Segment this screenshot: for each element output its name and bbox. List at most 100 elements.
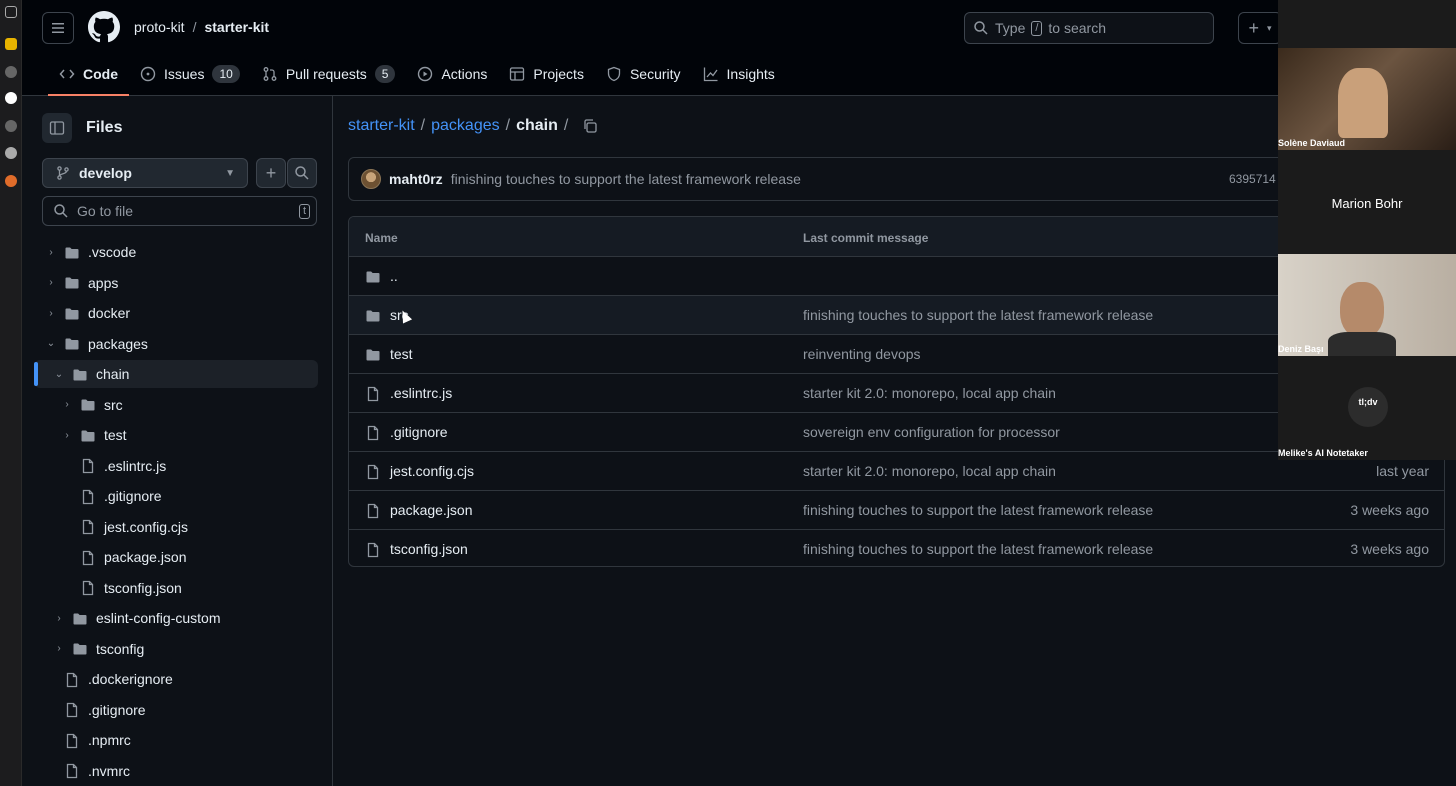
add-file-button[interactable]: + <box>256 158 286 188</box>
commit-message-link[interactable]: finishing touches to support the latest … <box>803 541 1153 557</box>
pull-request-icon <box>263 67 277 81</box>
chevron-right-icon[interactable]: › <box>54 613 64 624</box>
chevron-right-icon[interactable]: › <box>46 277 56 288</box>
chevron-right-icon[interactable]: › <box>62 399 72 410</box>
file-name-link[interactable]: .gitignore <box>390 424 448 440</box>
commit-message-link[interactable]: finishing touches to support the latest … <box>803 307 1153 323</box>
search-icon <box>295 166 309 180</box>
folder-icon <box>64 304 80 321</box>
tree-file-item[interactable]: .gitignore <box>80 481 162 511</box>
menu-button[interactable] <box>42 12 74 44</box>
file-icon <box>365 502 381 519</box>
pull-requests-count-badge: 5 <box>374 65 396 83</box>
chevron-right-icon[interactable]: › <box>62 430 72 441</box>
table-row[interactable]: package.json finishing touches to support… <box>349 491 1444 530</box>
breadcrumb-repo-link[interactable]: starter-kit <box>348 117 415 135</box>
tree-folder-item[interactable]: ⌄ chain <box>54 359 130 389</box>
tab-pull-requests[interactable]: Pull requests 5 <box>251 58 407 90</box>
avatar[interactable] <box>361 169 381 189</box>
table-row[interactable]: tsconfig.json finishing touches to suppor… <box>349 530 1444 566</box>
branch-select-button[interactable]: develop ▼ <box>42 158 248 188</box>
files-header: Files <box>42 113 122 143</box>
tree-folder-item[interactable]: › eslint-config-custom <box>54 603 220 633</box>
commit-message-link[interactable]: finishing touches to support the latest … <box>803 502 1153 518</box>
github-tab-icon[interactable] <box>5 147 17 159</box>
chevron-down-icon: ▼ <box>225 167 235 179</box>
breadcrumb-packages-link[interactable]: packages <box>431 117 500 135</box>
tree-folder-item[interactable]: › docker <box>46 298 130 328</box>
tab-actions[interactable]: Actions <box>406 58 498 90</box>
tree-file-item[interactable]: package.json <box>80 542 187 572</box>
tab-projects[interactable]: Projects <box>498 58 595 90</box>
file-name-link[interactable]: test <box>390 346 413 362</box>
participant-tile[interactable]: tl;dv Melike's AI Notetaker <box>1278 358 1456 460</box>
commit-message-link[interactable]: starter kit 2.0: monorepo, local app cha… <box>803 463 1056 479</box>
repo-name-link[interactable]: starter-kit <box>204 19 269 35</box>
file-name-link[interactable]: tsconfig.json <box>390 541 468 557</box>
participant-tile[interactable]: Solène Daviaud <box>1278 48 1456 150</box>
file-name-link[interactable]: .eslintrc.js <box>390 385 452 401</box>
tree-folder-item[interactable]: › src <box>62 390 122 420</box>
commit-message-link[interactable]: finishing touches to support the latest … <box>451 171 801 187</box>
github-tab-icon[interactable] <box>5 92 17 104</box>
globe-icon[interactable] <box>5 120 17 132</box>
go-to-file-input[interactable]: Go to file t <box>42 196 317 226</box>
column-header-last-commit: Last commit message <box>803 231 929 245</box>
commit-author-link[interactable]: maht0rz <box>389 171 443 187</box>
commit-hash-link[interactable]: 6395714 <box>1229 172 1276 186</box>
tree-file-item[interactable]: .dockerignore <box>64 664 173 694</box>
file-name-link[interactable]: .. <box>390 268 398 284</box>
notes-app-icon[interactable] <box>5 38 17 50</box>
chevron-right-icon[interactable]: › <box>54 643 64 654</box>
sidebar-toggle-icon[interactable] <box>5 6 17 18</box>
participant-tile[interactable]: Deniz Başı <box>1278 254 1456 356</box>
chevron-down-icon[interactable]: ⌄ <box>54 369 64 380</box>
search-icon <box>54 204 68 218</box>
globe-icon[interactable] <box>5 66 17 78</box>
tree-folder-item[interactable]: › .vscode <box>46 237 136 267</box>
app-icon[interactable] <box>5 175 17 187</box>
file-name-link[interactable]: jest.config.cjs <box>390 463 474 479</box>
participant-tile[interactable]: Marion Bohr <box>1278 152 1456 254</box>
repo-header: proto-kit / starter-kit Type / to search… <box>22 0 1456 96</box>
tab-label: Projects <box>533 66 584 82</box>
copy-icon[interactable] <box>582 118 598 134</box>
repo-owner-link[interactable]: proto-kit <box>134 19 185 35</box>
tree-file-item[interactable]: jest.config.cjs <box>80 512 188 542</box>
tab-issues[interactable]: Issues 10 <box>129 58 251 90</box>
chevron-right-icon[interactable]: › <box>46 247 56 258</box>
file-tree-panel: Files develop ▼ + Go to file t › .vscode ›… <box>22 96 333 786</box>
commit-message-link[interactable]: reinventing devops <box>803 346 921 362</box>
folder-icon <box>64 335 80 352</box>
tree-folder-item[interactable]: › apps <box>46 268 118 298</box>
tree-item-label: apps <box>88 274 119 291</box>
file-name-link[interactable]: package.json <box>390 502 473 518</box>
go-to-file-placeholder: Go to file <box>77 203 134 219</box>
github-logo-icon[interactable] <box>88 11 120 43</box>
tree-folder-item[interactable]: › tsconfig <box>54 634 144 664</box>
tab-insights[interactable]: Insights <box>692 58 786 90</box>
tree-file-item[interactable]: .gitignore <box>64 695 146 725</box>
tab-code[interactable]: Code <box>48 58 129 96</box>
tree-folder-item[interactable]: ⌄ packages <box>46 329 148 359</box>
tree-file-item[interactable]: .nvmrc <box>64 756 130 786</box>
search-files-button[interactable] <box>287 158 317 188</box>
search-input[interactable]: Type / to search <box>964 12 1214 44</box>
tab-security[interactable]: Security <box>595 58 692 90</box>
chevron-down-icon[interactable]: ⌄ <box>46 338 56 349</box>
tree-file-item[interactable]: .npmrc <box>64 725 131 755</box>
commit-message-link[interactable]: sovereign env configuration for processo… <box>803 424 1060 440</box>
tree-item-label: .vscode <box>88 244 137 260</box>
collapse-sidebar-button[interactable] <box>42 113 72 143</box>
commit-message-link[interactable]: starter kit 2.0: monorepo, local app cha… <box>803 385 1056 401</box>
folder-icon <box>64 274 80 291</box>
tree-file-item[interactable]: tsconfig.json <box>80 573 182 603</box>
files-title: Files <box>86 119 123 136</box>
commit-date: last year <box>1376 463 1429 479</box>
chevron-right-icon[interactable]: › <box>46 308 56 319</box>
breadcrumb-separator: / <box>563 117 569 134</box>
tree-item-label: .nvmrc <box>88 762 130 779</box>
create-new-button[interactable]: + ▾ <box>1238 12 1282 44</box>
tree-folder-item[interactable]: › test <box>62 420 126 450</box>
tree-file-item[interactable]: .eslintrc.js <box>80 451 166 481</box>
